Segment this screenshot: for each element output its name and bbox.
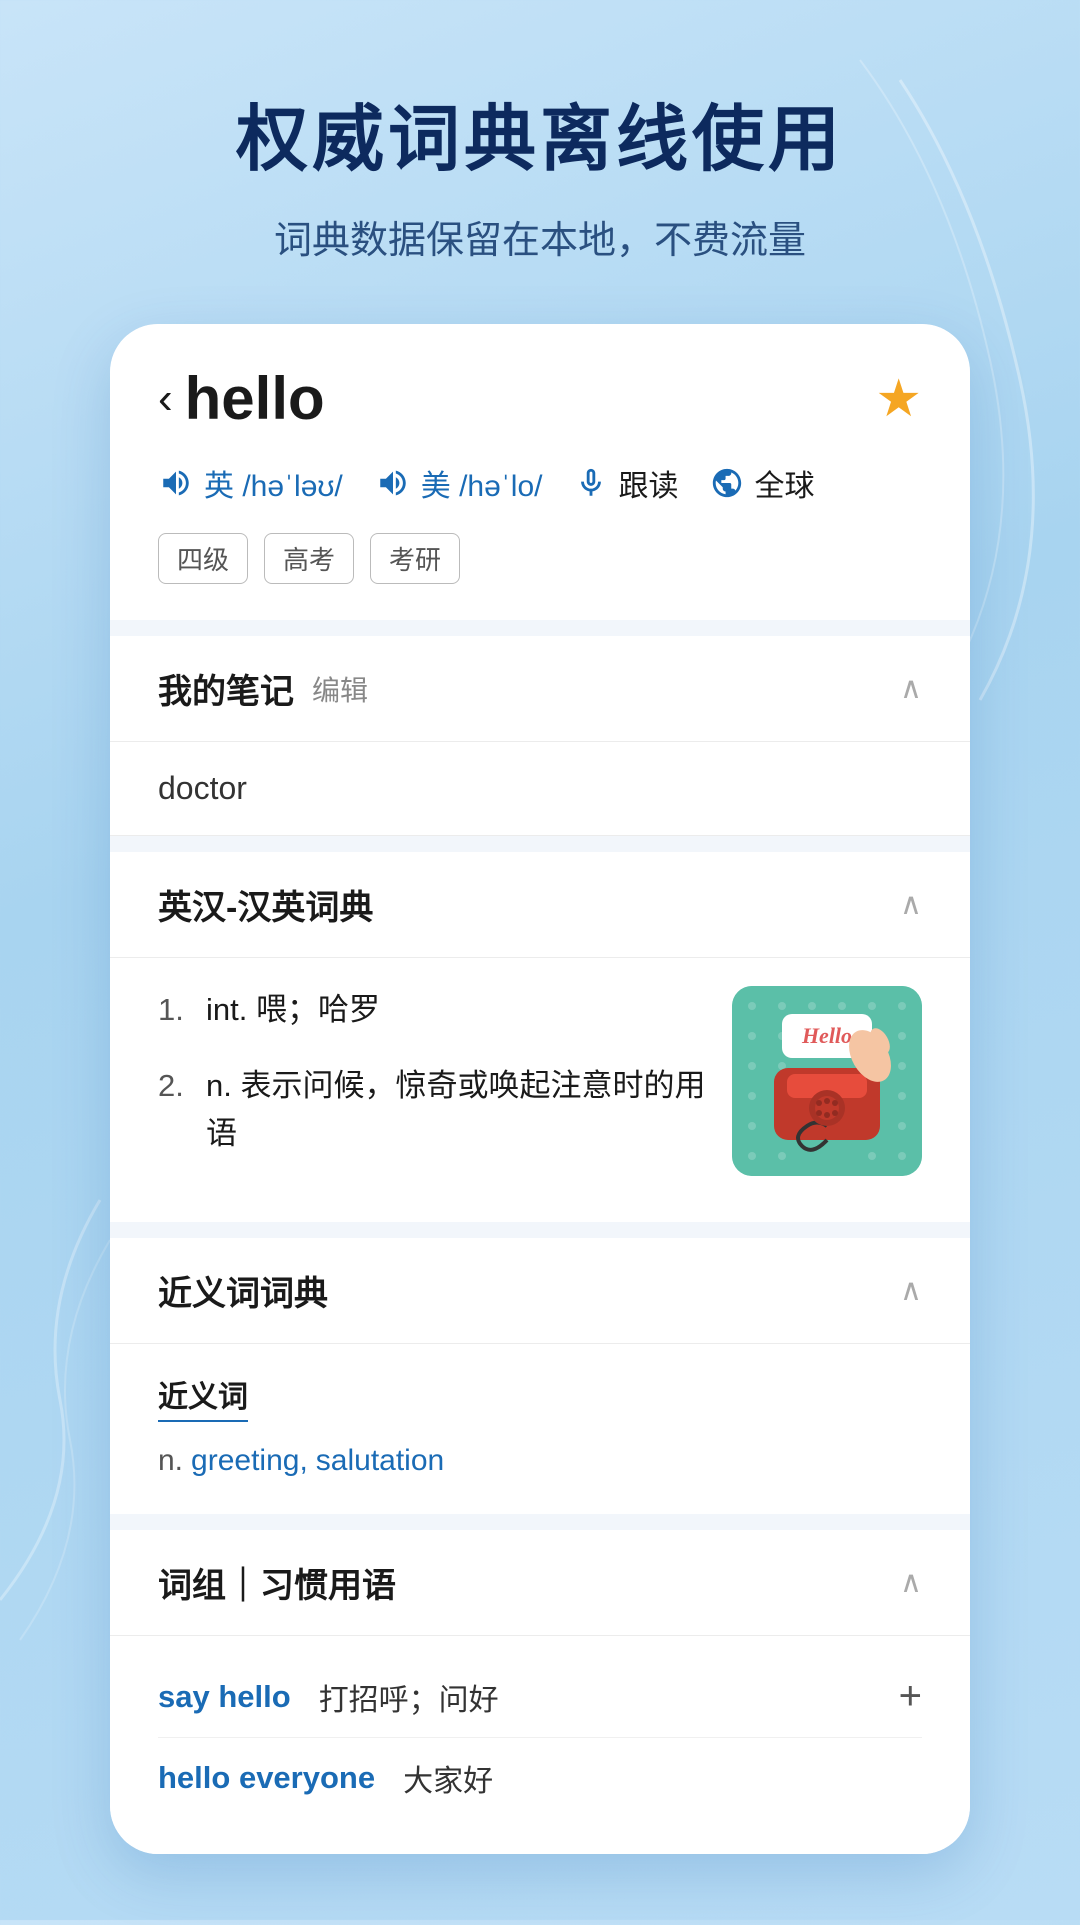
exam-tags-row: 四级 高考 考研 xyxy=(158,533,922,584)
synonyms-label: 近义词 xyxy=(158,1372,248,1422)
dictionary-card: ‹ hello ★ 英 /həˈləʊ/ xyxy=(110,324,970,1854)
synonyms-title: 近义词词典 xyxy=(158,1266,328,1315)
global-button[interactable]: 全球 xyxy=(710,461,814,505)
synonyms-chevron-icon: ∧ xyxy=(900,1273,922,1308)
phrase-item-hello-everyone: hello everyone 大家好 xyxy=(158,1738,922,1818)
def-text-2: n. 表示问候，惊奇或唤起注意时的用语 xyxy=(206,1062,708,1158)
synonym-greeting[interactable]: greeting, xyxy=(191,1444,308,1478)
dictionary-chevron-icon: ∧ xyxy=(900,887,922,922)
follow-read-label: 跟读 xyxy=(618,461,678,505)
word-display: hello xyxy=(185,364,325,433)
phrase-item-say-hello: say hello 打招呼；问好 + xyxy=(158,1656,922,1738)
pronunciation-row: 英 /həˈləʊ/ 美 /həˈlo/ 跟读 xyxy=(158,461,922,505)
synonyms-content: 近义词 n. greeting, salutation xyxy=(110,1344,970,1514)
back-button[interactable]: ‹ xyxy=(158,377,173,421)
def-text-1: int. 喂；哈罗 xyxy=(206,986,380,1034)
svg-text:Hello: Hello xyxy=(801,1023,852,1048)
tag-gaokao: 高考 xyxy=(264,533,354,584)
my-notes-edit-button[interactable]: 编辑 xyxy=(312,669,368,709)
synonym-pos: n. xyxy=(158,1444,183,1478)
phrase-say-hello-meaning: 打招呼；问好 xyxy=(319,1675,499,1719)
phrase-hello-everyone[interactable]: hello everyone xyxy=(158,1760,375,1796)
dictionary-section: 英汉-汉英词典 ∧ 1. int. 喂；哈罗 2. n. 表示问候，惊奇或唤起注… xyxy=(110,852,970,1222)
definitions-list: 1. int. 喂；哈罗 2. n. 表示问候，惊奇或唤起注意时的用语 xyxy=(158,986,708,1186)
my-notes-title: 我的笔记 xyxy=(158,664,294,713)
def-num-2: 2. xyxy=(158,1062,194,1158)
my-notes-chevron-icon: ∧ xyxy=(900,671,922,706)
definition-2: 2. n. 表示问候，惊奇或唤起注意时的用语 xyxy=(158,1062,708,1158)
phrases-header[interactable]: 词组｜习惯用语 ∧ xyxy=(110,1530,970,1636)
phrases-content: say hello 打招呼；问好 + hello everyone 大家好 xyxy=(110,1636,970,1854)
tag-cet4: 四级 xyxy=(158,533,248,584)
global-label: 全球 xyxy=(754,461,814,505)
hero-subtitle: 词典数据保留在本地，不费流量 xyxy=(274,209,806,264)
phrases-chevron-icon: ∧ xyxy=(900,1565,922,1600)
british-pron-button[interactable]: 英 /həˈləʊ/ xyxy=(158,461,343,505)
definition-1: 1. int. 喂；哈罗 xyxy=(158,986,708,1034)
phrases-section: 词组｜习惯用语 ∧ say hello 打招呼；问好 + hello every… xyxy=(110,1530,970,1854)
phrase-add-button-1[interactable]: + xyxy=(899,1674,922,1719)
synonyms-section: 近义词词典 ∧ 近义词 n. greeting, salutation xyxy=(110,1238,970,1514)
phrase-say-hello[interactable]: say hello xyxy=(158,1679,291,1715)
phrases-title: 词组｜习惯用语 xyxy=(158,1558,396,1607)
hero-title: 权威词典离线使用 xyxy=(236,80,844,185)
word-header: ‹ hello ★ 英 /həˈləʊ/ xyxy=(110,324,970,620)
synonym-salutation[interactable]: salutation xyxy=(316,1444,444,1478)
dictionary-content: 1. int. 喂；哈罗 2. n. 表示问候，惊奇或唤起注意时的用语 xyxy=(110,958,970,1222)
phrase-hello-everyone-meaning: 大家好 xyxy=(403,1756,493,1800)
dictionary-header[interactable]: 英汉-汉英词典 ∧ xyxy=(110,852,970,958)
speaker-american-icon xyxy=(375,465,411,501)
american-pron-button[interactable]: 美 /həˈlo/ xyxy=(375,461,543,505)
synonyms-header[interactable]: 近义词词典 ∧ xyxy=(110,1238,970,1344)
favorite-star-icon[interactable]: ★ xyxy=(875,369,922,429)
my-notes-section: 我的笔记 编辑 ∧ doctor xyxy=(110,636,970,836)
dictionary-title: 英汉-汉英词典 xyxy=(158,880,373,929)
my-notes-header[interactable]: 我的笔记 编辑 ∧ xyxy=(110,636,970,742)
my-notes-content: doctor xyxy=(110,742,970,836)
american-pron-label: 美 /həˈlo/ xyxy=(421,461,543,505)
follow-read-button[interactable]: 跟读 xyxy=(574,461,678,505)
speaker-british-icon xyxy=(158,465,194,501)
british-pron-label: 英 /həˈləʊ/ xyxy=(204,461,343,505)
def-num-1: 1. xyxy=(158,986,194,1034)
tag-kaoyan: 考研 xyxy=(370,533,460,584)
dictionary-image: Hello xyxy=(732,986,922,1176)
